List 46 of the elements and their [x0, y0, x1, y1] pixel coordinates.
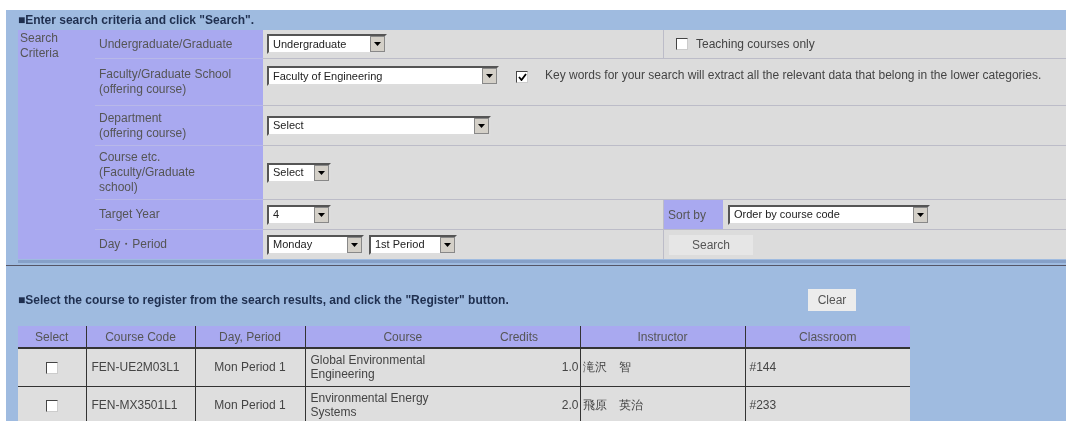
checkbox[interactable] [45, 399, 58, 412]
table-cell: 2.0 [500, 386, 580, 421]
criteria-label: Search Criteria [20, 31, 60, 61]
field-label: Course etc. (Faculty/Graduate school) [99, 150, 196, 195]
dropdown[interactable]: Faculty of Engineering [267, 65, 499, 86]
field-label: Department (offering course) [99, 110, 187, 141]
table-cell: FEN-MX3501L1 [86, 386, 195, 421]
table-cell: 滝沢 智 [580, 348, 745, 386]
table-cell: Mon Period 1 [195, 348, 305, 386]
field-label: Faculty/Graduate School (offering course) [99, 67, 232, 97]
dropdown[interactable]: Select [267, 162, 331, 183]
caret-icon [347, 236, 362, 253]
table-cell: Global Environmental Engineering [305, 348, 500, 386]
search-button[interactable]: Search [669, 234, 753, 255]
dropdown[interactable]: 4 [267, 204, 331, 225]
dropdown[interactable]: Undergraduate [267, 34, 387, 54]
caret-icon [913, 206, 928, 223]
table-cell: Environmental Energy Systems [305, 386, 500, 421]
table-cell: #144 [745, 348, 910, 386]
section-title: ■Select the course to register from the search results, and click the "Register" button. [18, 292, 510, 309]
caret-icon [482, 67, 497, 84]
dropdown[interactable]: Monday [267, 234, 364, 255]
table-cell: FEN-UE2M03L1 [86, 348, 195, 386]
caret-icon [474, 117, 489, 134]
caret-icon [314, 164, 329, 181]
option-label: Key words for your search will extract all the relevant data that belong in the lower categories. [545, 68, 1042, 82]
checkbox[interactable] [676, 38, 688, 50]
clear-button[interactable]: Clear [808, 289, 856, 311]
caret-icon [314, 206, 329, 223]
sort-label: Sort by [668, 206, 706, 224]
dropdown[interactable]: Select [267, 115, 491, 136]
table-cell: 飛原 英治 [580, 386, 745, 421]
table-cell: #233 [745, 386, 910, 421]
option-label: Teaching courses only [696, 36, 815, 53]
caret-icon [370, 36, 385, 52]
caret-icon [440, 236, 455, 253]
dropdown[interactable]: Order by course code [728, 204, 930, 225]
field-label: Day・Period [99, 237, 168, 252]
checkbox[interactable] [516, 70, 528, 83]
dropdown[interactable]: 1st Period [369, 234, 457, 255]
table-cell: Mon Period 1 [195, 386, 305, 421]
table-cell: 1.0 [500, 348, 580, 386]
section-title: ■Enter search criteria and click "Search". [18, 12, 255, 29]
field-label: Undergraduate/Graduate [99, 36, 233, 52]
checkbox[interactable] [45, 362, 58, 375]
field-label: Target Year [99, 207, 160, 222]
